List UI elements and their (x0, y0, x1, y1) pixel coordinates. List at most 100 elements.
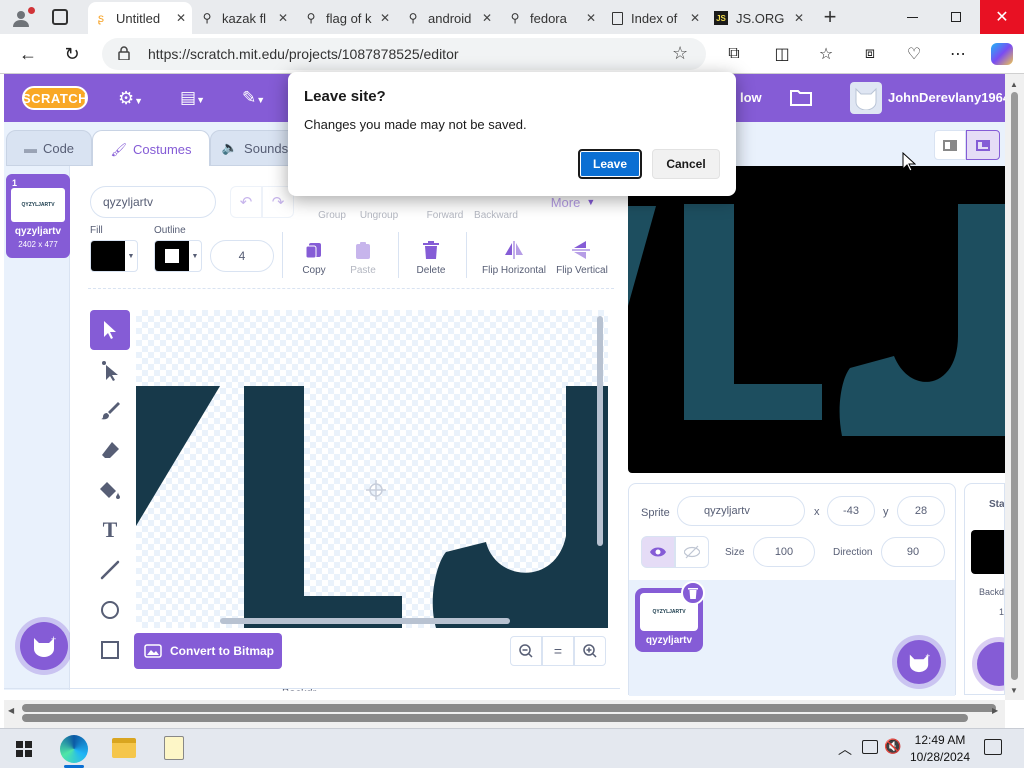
url-input[interactable]: https://scratch.mit.edu/projects/1087878… (102, 38, 706, 70)
fill-color-picker[interactable]: ▼ (90, 240, 138, 272)
extensions-icon[interactable]: ⧉ (720, 40, 748, 68)
scroll-up-arrow[interactable]: ▲ (1010, 80, 1018, 89)
tab-code[interactable]: ▬ Code (6, 130, 92, 166)
back-button[interactable]: ← (14, 40, 42, 68)
chevron-up-icon[interactable]: ︿ (838, 739, 852, 759)
close-icon[interactable]: ✕ (176, 11, 186, 25)
scroll-thumb[interactable] (22, 704, 996, 712)
my-stuff-folder-icon[interactable] (790, 88, 814, 106)
close-window-button[interactable]: ✕ (980, 0, 1024, 34)
avatar[interactable] (850, 82, 882, 114)
eraser-tool[interactable] (90, 430, 130, 470)
reshape-tool[interactable] (90, 350, 130, 390)
x-input[interactable]: -43 (827, 496, 875, 526)
scroll-left-arrow[interactable]: ◀ (8, 706, 14, 715)
page-horizontal-scrollbar[interactable]: ◀ ▶ (4, 700, 1005, 728)
browser-tab-5[interactable]: Index of ✕ (606, 4, 706, 32)
close-icon[interactable]: ✕ (690, 11, 700, 25)
canvas-horizontal-scrollbar[interactable] (220, 618, 510, 624)
zoom-out-button[interactable] (510, 636, 542, 666)
minimize-button[interactable] (892, 0, 932, 34)
favorites-icon[interactable]: ☆ (812, 40, 840, 68)
browser-tab-0[interactable]: ʂ Untitled ✕ (88, 2, 192, 34)
browser-tab-6[interactable]: JS JS.ORG ✕ (708, 4, 810, 32)
trash-icon[interactable] (421, 240, 441, 260)
forward-button[interactable]: Forward (424, 210, 466, 221)
brush-tool[interactable] (90, 390, 130, 430)
canvas-vertical-scrollbar[interactable] (597, 316, 603, 546)
network-icon[interactable] (862, 740, 878, 754)
flip-horizontal-button[interactable]: Flip Horizontal (478, 265, 550, 276)
copy-button[interactable]: Copy (296, 265, 332, 276)
delete-button[interactable]: Delete (410, 265, 452, 276)
browser-tab-4[interactable]: ⚲ fedora ✕ (502, 4, 602, 32)
browser-tab-3[interactable]: ⚲ android ✕ (400, 4, 498, 32)
size-input[interactable]: 100 (753, 537, 815, 567)
outline-width-input[interactable]: 4 (210, 240, 274, 272)
collections-icon[interactable]: ⧈ (856, 40, 884, 68)
flip-vertical-button[interactable]: Flip Vertical (552, 265, 612, 276)
notification-center-icon[interactable] (984, 739, 1002, 755)
ungroup-button[interactable]: Ungroup (358, 210, 400, 221)
rectangle-tool[interactable] (90, 630, 130, 670)
lock-icon[interactable] (118, 46, 130, 61)
backward-button[interactable]: Backward (470, 210, 522, 221)
scroll-thumb[interactable] (1011, 92, 1018, 680)
close-icon[interactable]: ✕ (278, 11, 288, 25)
scroll-thumb-secondary[interactable] (22, 714, 968, 722)
leave-button[interactable]: Leave (578, 149, 642, 179)
hide-sprite-button[interactable] (675, 536, 709, 568)
scroll-right-arrow[interactable]: ▶ (992, 706, 998, 715)
volume-muted-icon[interactable]: 🔇 (884, 738, 901, 755)
close-icon[interactable]: ✕ (380, 11, 390, 25)
delete-sprite-button[interactable] (681, 581, 705, 605)
y-input[interactable]: 28 (897, 496, 945, 526)
close-icon[interactable]: ✕ (482, 11, 492, 25)
page-vertical-scrollbar[interactable]: ▲ ▼ (1005, 74, 1024, 700)
copilot-icon[interactable] (988, 40, 1016, 68)
circle-tool[interactable] (90, 590, 130, 630)
zoom-reset-button[interactable]: = (542, 636, 574, 666)
scroll-down-arrow[interactable]: ▼ (1010, 686, 1018, 695)
paint-canvas[interactable] (136, 310, 608, 628)
flip-vertical-icon[interactable] (571, 240, 591, 260)
paste-button[interactable]: Paste (345, 265, 381, 276)
undo-button[interactable]: ↶ (230, 186, 262, 218)
stage-selector[interactable]: Stag Backd 1 (964, 483, 1005, 695)
edit-menu-button[interactable]: ✎▼ (242, 88, 265, 108)
stage[interactable] (628, 166, 1005, 473)
text-tool[interactable]: T (90, 510, 130, 550)
group-button[interactable]: Group (314, 210, 350, 221)
direction-input[interactable]: 90 (881, 537, 945, 567)
zoom-in-button[interactable] (574, 636, 606, 666)
flip-horizontal-icon[interactable] (504, 240, 524, 260)
close-icon[interactable]: ✕ (794, 11, 804, 25)
new-tab-button[interactable]: + (818, 4, 842, 30)
cancel-button[interactable]: Cancel (652, 149, 720, 179)
choose-costume-button[interactable]: + (20, 622, 68, 670)
costume-item[interactable]: 1 QYZYLJARTV qyzyljartv 2402 x 477 (6, 174, 70, 258)
tab-costumes[interactable]: 🖌 Costumes (92, 130, 210, 168)
file-explorer-icon[interactable] (112, 738, 136, 758)
line-tool[interactable] (90, 550, 130, 590)
restore-button[interactable] (936, 0, 976, 34)
favorite-star-icon[interactable]: ☆ (672, 43, 688, 64)
choose-backdrop-button[interactable] (977, 642, 1004, 686)
convert-to-bitmap-button[interactable]: Convert to Bitmap (134, 633, 282, 669)
copy-icon[interactable] (304, 240, 324, 260)
costume-name-input[interactable]: qyzyljartv (90, 186, 216, 218)
browser-tab-1[interactable]: ⚲ kazak fl ✕ (194, 4, 294, 32)
split-screen-icon[interactable]: ◫ (768, 40, 796, 68)
choose-sprite-button[interactable]: + (897, 640, 941, 684)
show-sprite-button[interactable] (641, 536, 675, 568)
refresh-button[interactable]: ↻ (58, 40, 86, 68)
browser-tab-2[interactable]: ⚲ flag of k ✕ (298, 4, 396, 32)
see-project-page-partial[interactable]: low (740, 90, 762, 105)
scratch-logo[interactable]: SCRATCH (22, 86, 88, 110)
tab-actions-icon[interactable] (52, 9, 68, 25)
more-menu-icon[interactable]: ⋯ (944, 40, 972, 68)
normal-stage-button[interactable] (966, 130, 1000, 160)
file-menu-button[interactable]: ▤▼ (180, 88, 205, 108)
clock-time[interactable]: 12:49 AM (912, 733, 968, 747)
notepad-icon[interactable] (164, 736, 184, 760)
